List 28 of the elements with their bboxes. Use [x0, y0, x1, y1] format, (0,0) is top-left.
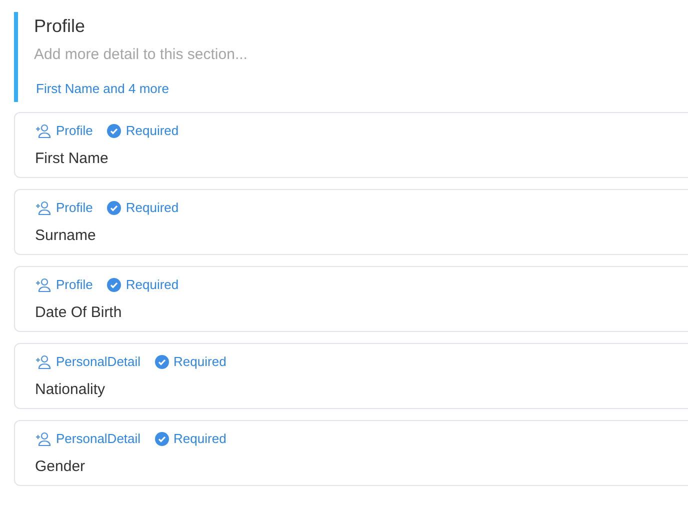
fields-summary-link[interactable]: First Name and 4 more [36, 81, 169, 96]
field-card[interactable]: PersonalDetail Required Nationality [14, 343, 688, 409]
source-label: PersonalDetail [56, 431, 141, 446]
add-person-icon [35, 278, 51, 292]
field-name: First Name [35, 150, 110, 167]
required-label: Required [126, 123, 179, 138]
section-title: Profile [34, 16, 86, 37]
field-name: Gender [35, 458, 86, 475]
add-person-icon [35, 124, 51, 138]
add-person-icon [35, 200, 51, 214]
description-field[interactable]: Add more detail to this section... [34, 46, 334, 63]
required-label: Required [126, 277, 179, 292]
field-name: Surname [35, 227, 97, 244]
required-label: Required [126, 200, 179, 215]
field-card[interactable]: Profile Required First Name [14, 112, 688, 178]
field-name: Date Of Birth [35, 304, 123, 321]
add-person-icon [35, 432, 51, 446]
source-label: Profile [56, 200, 93, 215]
source-label: Profile [56, 123, 93, 138]
field-card[interactable]: Profile Required Date Of Birth [14, 266, 688, 332]
required-label: Required [174, 354, 226, 369]
field-card[interactable]: Profile Required Surname [14, 189, 688, 255]
source-label: PersonalDetail [56, 354, 141, 369]
field-card[interactable]: PersonalDetail Required Gender [14, 420, 688, 486]
source-label: Profile [56, 277, 93, 292]
required-label: Required [174, 431, 226, 446]
add-person-icon [35, 354, 51, 368]
field-name: Nationality [35, 381, 106, 398]
